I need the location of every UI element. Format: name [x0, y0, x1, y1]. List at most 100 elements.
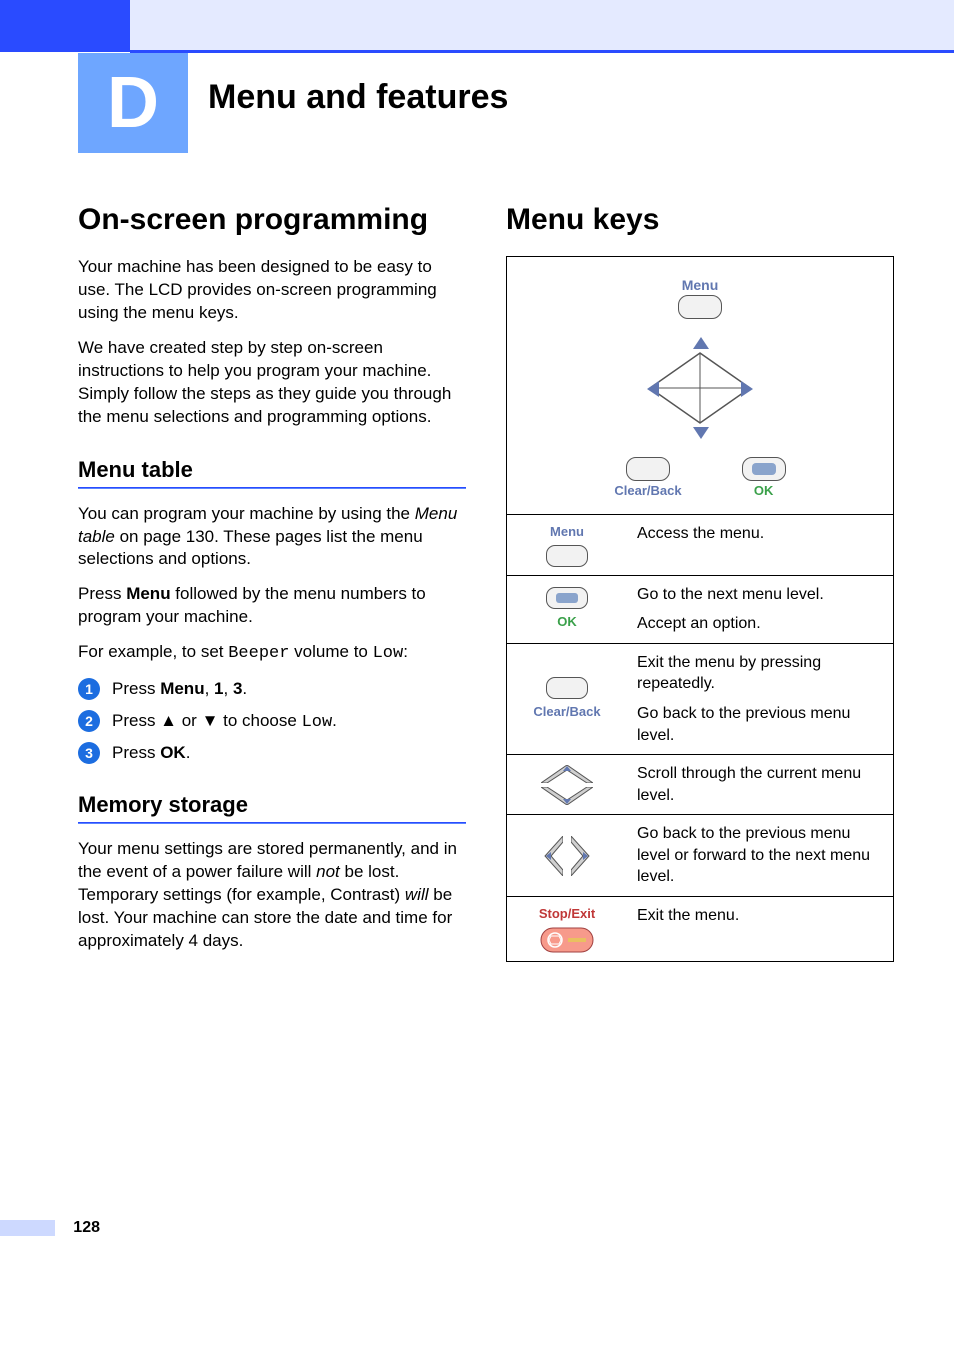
text-fragment: , — [205, 679, 214, 698]
para-intro-1: Your machine has been designed to be eas… — [78, 256, 466, 325]
arrow-right-segment-icon — [571, 836, 591, 876]
step-bullet-icon: 2 — [78, 710, 100, 732]
step-bullet-icon: 1 — [78, 678, 100, 700]
chapter-letter: D — [107, 62, 159, 144]
menu-label-small: Menu — [550, 523, 584, 541]
step-2: 2 Press ▲ or ▼ to choose Low. — [78, 710, 466, 732]
text-line: Go to the next menu level. — [637, 584, 883, 606]
text-line: Exit the menu by pressing repeatedly. — [637, 652, 883, 695]
cell-desc: Exit the menu. — [627, 897, 893, 961]
chapter-title: Menu and features — [208, 78, 508, 117]
text-line: Accept an option. — [637, 613, 883, 635]
text-fragment: For example, to set — [78, 642, 228, 661]
arrow-down-icon — [693, 427, 709, 439]
step-1: 1 Press Menu, 1, 3. — [78, 678, 466, 700]
page-footer: 128 — [0, 1218, 100, 1238]
dpad-icon — [635, 333, 765, 443]
ok-button-icon — [546, 587, 588, 609]
text-fragment: . — [186, 743, 191, 762]
divider-memory-storage — [78, 822, 466, 824]
text-mono: Low — [373, 644, 404, 663]
stop-exit-label: Stop/Exit — [539, 905, 595, 923]
ok-group: OK — [742, 457, 786, 498]
arrow-up-segment-icon — [541, 765, 593, 783]
text-fragment: You can program your machine by using th… — [78, 504, 415, 523]
ok-label: OK — [754, 483, 774, 498]
step-bullet-icon: 3 — [78, 742, 100, 764]
cell-stop-icon: Stop/Exit — [517, 905, 617, 953]
heading-memory-storage: Memory storage — [78, 792, 466, 818]
step-text: Press OK. — [112, 743, 190, 763]
clear-back-label: Clear/Back — [614, 483, 681, 498]
para-press-menu: Press Menu followed by the menu numbers … — [78, 583, 466, 629]
menu-keys-table: Menu Access the menu. OK Go to th — [507, 514, 893, 961]
footer-tab — [0, 1220, 55, 1236]
text-fragment: Press ▲ or ▼ to choose — [112, 711, 302, 730]
text-bold: Menu — [126, 584, 170, 603]
arrow-left-icon — [647, 381, 659, 397]
clear-back-button-icon — [626, 457, 670, 481]
text-mono: Beeper — [228, 644, 289, 663]
heading-menu-keys: Menu keys — [506, 202, 894, 238]
para-memory: Your menu settings are stored permanentl… — [78, 838, 466, 953]
step-text: Press ▲ or ▼ to choose Low. — [112, 711, 337, 732]
header-blue-tab — [0, 0, 130, 52]
clear-back-group: Clear/Back — [614, 457, 681, 498]
table-row: Scroll through the current menu level. — [507, 755, 893, 815]
step-text: Press Menu, 1, 3. — [112, 679, 247, 699]
cell-desc: Exit the menu by pressing repeatedly. Go… — [627, 643, 893, 754]
clear-back-button-icon — [546, 677, 588, 699]
header-light-band — [130, 0, 954, 50]
arrow-down-segment-icon — [541, 787, 593, 805]
arrow-left-segment-icon — [543, 836, 563, 876]
step-3: 3 Press OK. — [78, 742, 466, 764]
text-fragment: Press — [112, 679, 160, 698]
right-column: Menu keys Menu — [506, 202, 894, 965]
table-row: Clear/Back Exit the menu by pressing rep… — [507, 643, 893, 754]
text-bold: OK — [160, 743, 186, 762]
page-number: 128 — [73, 1219, 100, 1237]
para-intro-2: We have created step by step on-screen i… — [78, 337, 466, 429]
ok-label-small: OK — [557, 613, 577, 631]
cell-desc: Scroll through the current menu level. — [627, 755, 893, 815]
text-fragment: on page 130. These pages list the menu s… — [78, 527, 423, 569]
divider-menu-table — [78, 487, 466, 489]
cell-menu-icon: Menu — [517, 523, 617, 567]
text-fragment: . — [332, 711, 337, 730]
para-menutable-ref: You can program your machine by using th… — [78, 503, 466, 572]
para-example: For example, to set Beeper volume to Low… — [78, 641, 466, 666]
menu-button-icon — [678, 295, 722, 319]
heading-onscreen: On-screen programming — [78, 202, 466, 238]
header-divider — [130, 50, 954, 53]
left-column: On-screen programming Your machine has b… — [78, 202, 466, 965]
text-fragment: Press — [112, 743, 160, 762]
menu-button-icon — [546, 545, 588, 567]
bottom-buttons-row: Clear/Back OK — [517, 457, 883, 504]
text-fragment: . — [242, 679, 247, 698]
heading-menu-table: Menu table — [78, 457, 466, 483]
table-row: Menu Access the menu. — [507, 515, 893, 576]
text-fragment: Your menu settings are stored permanentl… — [78, 839, 457, 881]
text-bold: 3 — [233, 679, 242, 698]
table-row: OK Go to the next menu level. Accept an … — [507, 575, 893, 643]
keypad-illustration: Menu Clear/Back — [507, 257, 893, 514]
text-line: Go back to the previous menu level. — [637, 703, 883, 746]
text-emphasis: will — [405, 885, 429, 904]
ok-button-icon — [742, 457, 786, 481]
cell-desc: Access the menu. — [627, 515, 893, 576]
text-fragment: , — [224, 679, 233, 698]
arrow-right-icon — [741, 381, 753, 397]
menu-keys-panel: Menu Clear/Back — [506, 256, 894, 962]
content-columns: On-screen programming Your machine has b… — [78, 202, 894, 965]
cell-ok-icon: OK — [517, 587, 617, 631]
cell-leftright-icon — [517, 836, 617, 876]
menu-label: Menu — [682, 277, 719, 293]
cell-desc: Go to the next menu level. Accept an opt… — [627, 575, 893, 643]
table-row: Go back to the previous menu level or fo… — [507, 815, 893, 897]
text-bold: 1 — [214, 679, 223, 698]
text-fragment: Press — [78, 584, 126, 603]
arrow-up-icon — [693, 337, 709, 349]
stop-exit-button-icon — [540, 927, 594, 953]
chapter-badge: D — [78, 53, 188, 153]
text-mono: Low — [302, 713, 333, 732]
